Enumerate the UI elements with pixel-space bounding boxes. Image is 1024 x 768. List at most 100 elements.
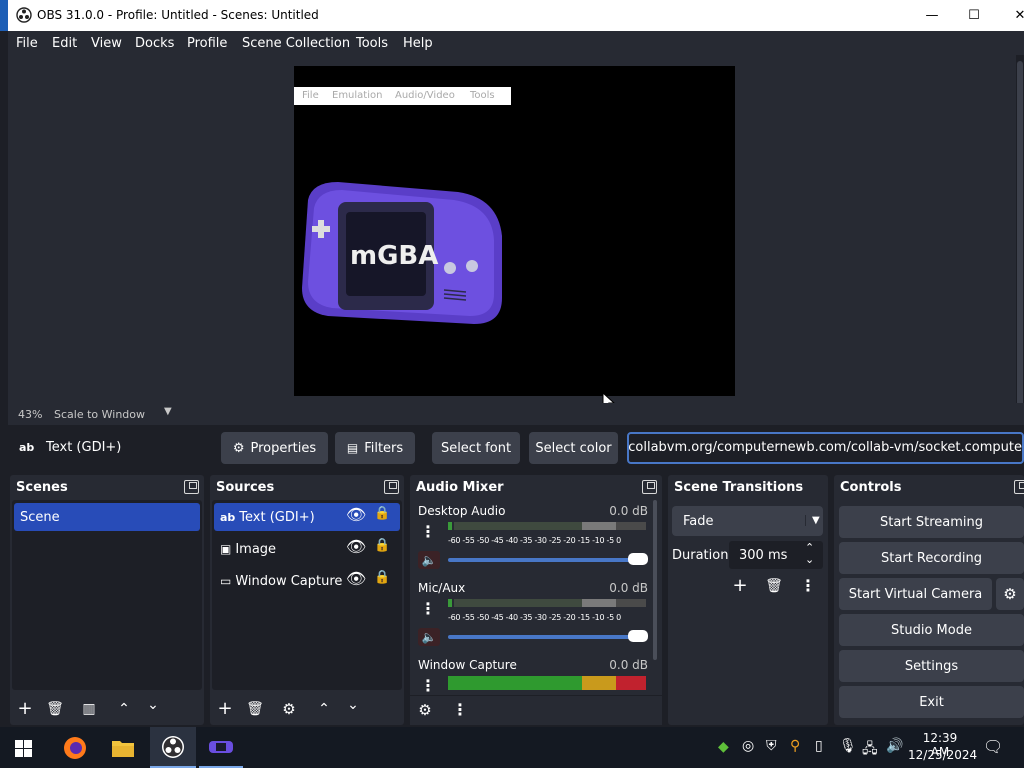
minimize-button[interactable]: —	[909, 0, 955, 31]
exit-button[interactable]: Exit	[839, 686, 1024, 718]
muted-speaker-icon[interactable]: 🔈	[418, 551, 440, 569]
source-item-image[interactable]: ▣ Image	[214, 535, 400, 563]
volume-slider[interactable]	[448, 553, 648, 565]
network-icon[interactable]: 🖧	[862, 738, 878, 762]
move-down-icon[interactable]: ⌄	[341, 693, 365, 717]
trash-icon[interactable]: 🗑	[762, 574, 786, 598]
audio-mixer-title: Audio Mixer	[416, 480, 504, 495]
menu-docks[interactable]: Docks	[135, 36, 174, 51]
source-item-text[interactable]: ab Text (GDI+)	[214, 503, 400, 531]
virtual-camera-settings-icon[interactable]: ⚙	[996, 578, 1024, 610]
move-up-icon[interactable]: ⌃	[312, 697, 336, 721]
clock-date[interactable]: 12/25/2024	[908, 748, 977, 762]
kebab-menu-icon[interactable]: ⋮	[448, 698, 472, 722]
spin-down-icon[interactable]: ⌄	[805, 553, 814, 566]
undock-icon[interactable]	[1014, 480, 1024, 494]
volume-meter	[448, 599, 646, 607]
preview-scrollbar[interactable]	[1016, 55, 1024, 425]
chevron-down-icon[interactable]: ▼	[805, 515, 820, 526]
settings-button[interactable]: Settings	[839, 650, 1024, 682]
channel-name: Desktop Audio	[418, 504, 506, 518]
nvidia-icon[interactable]: ◆	[718, 739, 729, 755]
kebab-menu-icon[interactable]: ⋮	[418, 676, 438, 695]
text-source-icon: ab	[220, 510, 236, 524]
text-source-icon: ab	[19, 441, 35, 454]
source-label: Window Capture	[235, 573, 343, 589]
add-source-button[interactable]: +	[213, 697, 237, 721]
mgba-logo-image: mGBA	[302, 182, 502, 324]
zoom-mode[interactable]: Scale to Window	[54, 408, 145, 421]
kebab-menu-icon[interactable]: ⋮	[418, 522, 438, 541]
scene-item[interactable]: Scene	[14, 503, 200, 531]
gear-icon[interactable]: ⚙	[277, 697, 301, 721]
usb-icon[interactable]: ▯	[815, 738, 823, 754]
volume-slider-handle[interactable]	[628, 553, 648, 565]
taskbar-obs-active[interactable]	[150, 727, 196, 768]
chevron-down-icon[interactable]: ▼	[164, 406, 172, 417]
trash-icon[interactable]: 🗑	[43, 697, 67, 721]
channel-name: Mic/Aux	[418, 581, 466, 595]
duration-spinbox[interactable]: 300 ms ⌃ ⌄	[729, 541, 823, 569]
obs-tray-icon[interactable]: ◎	[742, 738, 754, 754]
mixer-scrollbar[interactable]	[653, 500, 657, 660]
taskbar-mgba[interactable]	[199, 727, 243, 768]
start-virtual-camera-button[interactable]: Start Virtual Camera	[839, 578, 992, 610]
menu-edit[interactable]: Edit	[52, 36, 77, 51]
source-item-window-capture[interactable]: ▭ Window Capture	[214, 567, 400, 595]
menu-help[interactable]: Help	[403, 36, 433, 51]
gear-icon: ⚙	[232, 440, 245, 456]
firefox-icon[interactable]	[63, 736, 87, 760]
start-streaming-button[interactable]: Start Streaming	[839, 506, 1024, 538]
eye-icon[interactable]: 👁	[346, 505, 366, 524]
notification-icon[interactable]: 🗨	[983, 737, 1003, 756]
menu-file[interactable]: File	[16, 36, 38, 51]
select-font-button[interactable]: Select font	[432, 432, 520, 464]
title-bar: OBS 31.0.0 - Profile: Untitled - Scenes:…	[0, 0, 1024, 31]
close-button[interactable]: ✕	[997, 0, 1024, 31]
image-icon: ▣	[220, 542, 232, 556]
scene-filter-icon[interactable]: ▥	[77, 697, 101, 721]
lock-icon[interactable]: 🔒	[374, 506, 390, 521]
lock-icon[interactable]: 🔒	[374, 570, 390, 585]
channel-name: Window Capture	[418, 658, 517, 672]
menu-scene-collection[interactable]: Scene Collection	[242, 36, 350, 51]
add-scene-button[interactable]: +	[13, 697, 37, 721]
undock-icon[interactable]	[642, 480, 657, 494]
studio-mode-button[interactable]: Studio Mode	[839, 614, 1024, 646]
properties-button[interactable]: ⚙ Properties	[221, 432, 328, 464]
menu-tools[interactable]: Tools	[356, 36, 388, 51]
source-label: Image	[235, 541, 277, 557]
select-color-button[interactable]: Select color	[529, 432, 618, 464]
scenes-dock: Scenes Scene + 🗑 ▥ ⌃ ⌄	[10, 475, 204, 725]
volume-icon[interactable]: 🔊	[886, 738, 903, 754]
mixer-settings-icon[interactable]: ⚙	[413, 698, 437, 722]
trash-icon[interactable]: 🗑	[243, 697, 267, 721]
muted-speaker-icon[interactable]: 🔈	[418, 628, 440, 646]
start-recording-button[interactable]: Start Recording	[839, 542, 1024, 574]
obs-logo-icon	[16, 7, 32, 23]
eye-icon[interactable]: 👁	[346, 537, 366, 556]
eye-icon[interactable]: 👁	[346, 569, 366, 588]
filters-button[interactable]: ▤ Filters	[335, 432, 415, 464]
undock-icon[interactable]	[384, 480, 399, 494]
shield-icon[interactable]: ⛨	[766, 738, 777, 754]
windows-start-icon[interactable]	[15, 740, 32, 757]
move-down-icon[interactable]: ⌄	[141, 693, 165, 717]
file-explorer-icon[interactable]	[111, 737, 135, 759]
kebab-menu-icon[interactable]: ⋮	[418, 599, 438, 618]
add-transition-button[interactable]: +	[728, 574, 752, 598]
undock-icon[interactable]	[184, 480, 199, 494]
obs-logo-icon	[162, 736, 184, 758]
text-input[interactable]: m/collabvm.org/computernewb.com/collab-v…	[627, 432, 1024, 464]
volume-slider-handle[interactable]	[628, 630, 648, 642]
lock-icon[interactable]: 🔒	[374, 538, 390, 553]
menu-view[interactable]: View	[91, 36, 122, 51]
transition-select[interactable]: Fade ▼	[672, 506, 823, 536]
microphone-icon[interactable]: 🎙	[839, 738, 857, 754]
search-icon[interactable]: ⚲	[790, 738, 800, 754]
menu-profile[interactable]: Profile	[187, 36, 227, 51]
maximize-button[interactable]: ☐	[951, 0, 997, 31]
kebab-menu-icon[interactable]: ⋮	[796, 574, 820, 598]
volume-slider[interactable]	[448, 630, 648, 642]
move-up-icon[interactable]: ⌃	[112, 697, 136, 721]
